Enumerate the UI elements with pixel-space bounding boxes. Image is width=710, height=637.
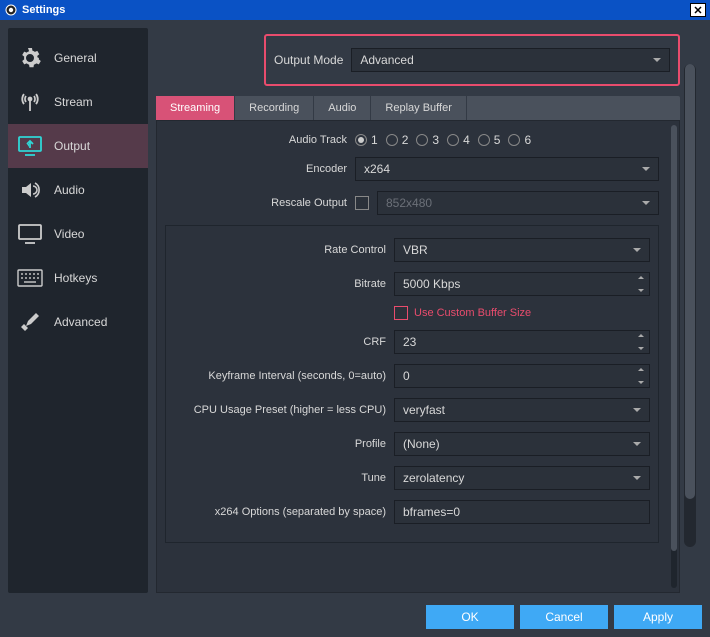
- rescale-select[interactable]: 852x480: [377, 191, 659, 215]
- output-mode-select[interactable]: Advanced: [351, 48, 670, 72]
- crf-label: CRF: [174, 336, 386, 348]
- sidebar-item-label: Stream: [54, 95, 93, 109]
- sidebar-item-label: Advanced: [54, 315, 107, 329]
- speaker-icon: [16, 176, 44, 204]
- rate-control-label: Rate Control: [174, 244, 386, 256]
- bitrate-input[interactable]: 5000 Kbps: [394, 272, 650, 296]
- sidebar-item-label: Hotkeys: [54, 271, 97, 285]
- obs-logo-icon: [4, 3, 18, 17]
- tab-audio[interactable]: Audio: [314, 96, 371, 120]
- close-button[interactable]: ✕: [690, 3, 706, 17]
- sidebar-item-advanced[interactable]: Advanced: [8, 300, 148, 344]
- sidebar-item-video[interactable]: Video: [8, 212, 148, 256]
- dialog-footer: OK Cancel Apply: [8, 601, 702, 629]
- sidebar: General Stream Output Audio: [8, 28, 148, 593]
- audio-track-5[interactable]: 5: [478, 133, 501, 147]
- rescale-label: Rescale Output: [165, 197, 347, 209]
- audio-track-label: Audio Track: [165, 134, 347, 146]
- cancel-button[interactable]: Cancel: [520, 605, 608, 629]
- cpu-preset-label: CPU Usage Preset (higher = less CPU): [174, 404, 386, 416]
- sidebar-item-label: General: [54, 51, 97, 65]
- rescale-checkbox[interactable]: [355, 196, 369, 210]
- tab-streaming[interactable]: Streaming: [156, 96, 235, 120]
- output-icon: [16, 132, 44, 160]
- keyframe-label: Keyframe Interval (seconds, 0=auto): [174, 370, 386, 382]
- keyboard-icon: [16, 264, 44, 292]
- encoder-settings-panel: Rate Control VBR Bitrate 5000 Kbps Use C…: [165, 225, 659, 543]
- tune-select[interactable]: zerolatency: [394, 466, 650, 490]
- tab-replay-buffer[interactable]: Replay Buffer: [371, 96, 466, 120]
- streaming-panel: Audio Track 1 2 3 4 5 6 Encoder x264: [156, 120, 680, 593]
- audio-track-radios: 1 2 3 4 5 6: [355, 133, 671, 147]
- panel-scrollbar[interactable]: [671, 125, 677, 588]
- custom-buffer-checkbox[interactable]: Use Custom Buffer Size: [394, 306, 531, 320]
- output-mode-label: Output Mode: [274, 53, 343, 67]
- tune-label: Tune: [174, 472, 386, 484]
- apply-button[interactable]: Apply: [614, 605, 702, 629]
- audio-track-2[interactable]: 2: [386, 133, 409, 147]
- sidebar-item-hotkeys[interactable]: Hotkeys: [8, 256, 148, 300]
- profile-select[interactable]: (None): [394, 432, 650, 456]
- antenna-icon: [16, 88, 44, 116]
- sidebar-item-output[interactable]: Output: [8, 124, 148, 168]
- sidebar-item-label: Audio: [54, 183, 85, 197]
- output-mode-highlight: Output Mode Advanced: [264, 34, 680, 86]
- encoder-select[interactable]: x264: [355, 157, 659, 181]
- keyframe-input[interactable]: 0: [394, 364, 650, 388]
- monitor-icon: [16, 220, 44, 248]
- bitrate-label: Bitrate: [174, 278, 386, 290]
- sidebar-item-general[interactable]: General: [8, 36, 148, 80]
- profile-label: Profile: [174, 438, 386, 450]
- output-tabs: Streaming Recording Audio Replay Buffer: [156, 96, 680, 120]
- sidebar-item-audio[interactable]: Audio: [8, 168, 148, 212]
- cpu-preset-select[interactable]: veryfast: [394, 398, 650, 422]
- tab-recording[interactable]: Recording: [235, 96, 314, 120]
- content-scrollbar[interactable]: [684, 64, 696, 547]
- window-title: Settings: [22, 4, 65, 16]
- tools-icon: [16, 308, 44, 336]
- x264-opts-input[interactable]: bframes=0: [394, 500, 650, 524]
- audio-track-6[interactable]: 6: [508, 133, 531, 147]
- audio-track-1[interactable]: 1: [355, 133, 378, 147]
- gear-icon: [16, 44, 44, 72]
- sidebar-item-label: Video: [54, 227, 84, 241]
- sidebar-item-label: Output: [54, 139, 90, 153]
- audio-track-3[interactable]: 3: [416, 133, 439, 147]
- x264-opts-label: x264 Options (separated by space): [174, 506, 386, 518]
- crf-input[interactable]: 23: [394, 330, 650, 354]
- sidebar-item-stream[interactable]: Stream: [8, 80, 148, 124]
- titlebar: Settings ✕: [0, 0, 710, 20]
- encoder-label: Encoder: [165, 163, 347, 175]
- ok-button[interactable]: OK: [426, 605, 514, 629]
- audio-track-4[interactable]: 4: [447, 133, 470, 147]
- rate-control-select[interactable]: VBR: [394, 238, 650, 262]
